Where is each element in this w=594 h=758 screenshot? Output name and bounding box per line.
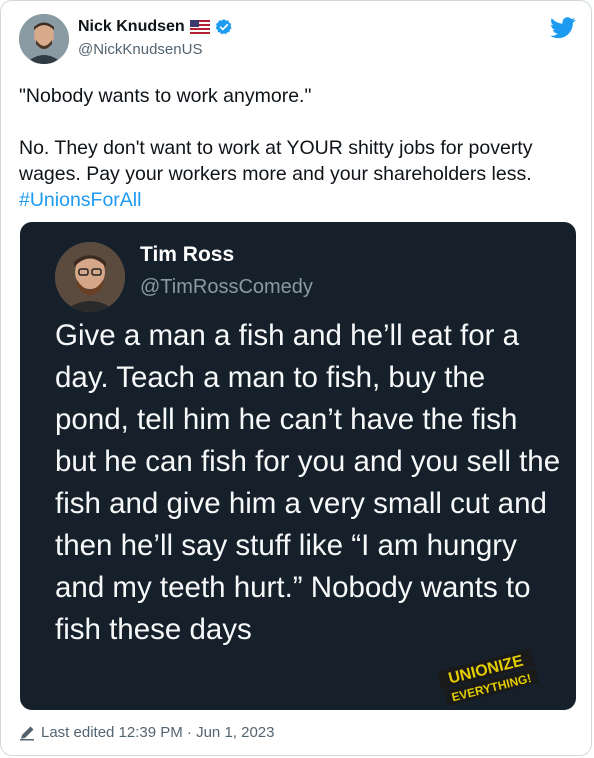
embedded-tweet-image[interactable]: Tim Ross @TimRossComedy Give a man a fis… bbox=[20, 222, 576, 710]
author-avatar-image bbox=[19, 14, 69, 64]
embedded-tweet-text: Give a man a fish and he’ll eat for a da… bbox=[55, 319, 561, 646]
embedded-author-handle: @TimRossComedy bbox=[140, 276, 313, 298]
tweet-quote-line: "Nobody wants to work anymore." bbox=[19, 85, 312, 107]
twitter-bird-icon[interactable] bbox=[550, 17, 576, 39]
embedded-avatar-image bbox=[55, 242, 125, 312]
tweet-card: Nick Knudsen @NickKnudsenUS "Nobody want… bbox=[0, 0, 592, 756]
author-name[interactable]: Nick Knudsen bbox=[78, 18, 185, 36]
last-edited-text[interactable]: Last edited 12:39 PM · Jun 1, 2023 bbox=[41, 724, 275, 741]
tweet-body: No. They don't want to work at YOUR shit… bbox=[19, 137, 538, 185]
embedded-author-avatar bbox=[55, 242, 125, 312]
verified-badge-icon bbox=[215, 19, 232, 35]
author-avatar[interactable] bbox=[19, 14, 69, 64]
edit-info[interactable]: Last edited 12:39 PM · Jun 1, 2023 bbox=[19, 724, 275, 741]
author-handle[interactable]: @NickKnudsenUS bbox=[78, 41, 202, 58]
unionize-everything-logo: UNIONIZE EVERYTHING! bbox=[436, 648, 539, 706]
pencil-icon bbox=[20, 726, 34, 740]
author-name-row[interactable]: Nick Knudsen bbox=[78, 18, 233, 36]
us-flag-icon bbox=[189, 20, 210, 34]
tweet-text: "Nobody wants to work anymore." No. They… bbox=[19, 83, 574, 213]
embedded-author-name: Tim Ross bbox=[140, 243, 235, 266]
hashtag-link[interactable]: #UnionsForAll bbox=[19, 189, 141, 211]
